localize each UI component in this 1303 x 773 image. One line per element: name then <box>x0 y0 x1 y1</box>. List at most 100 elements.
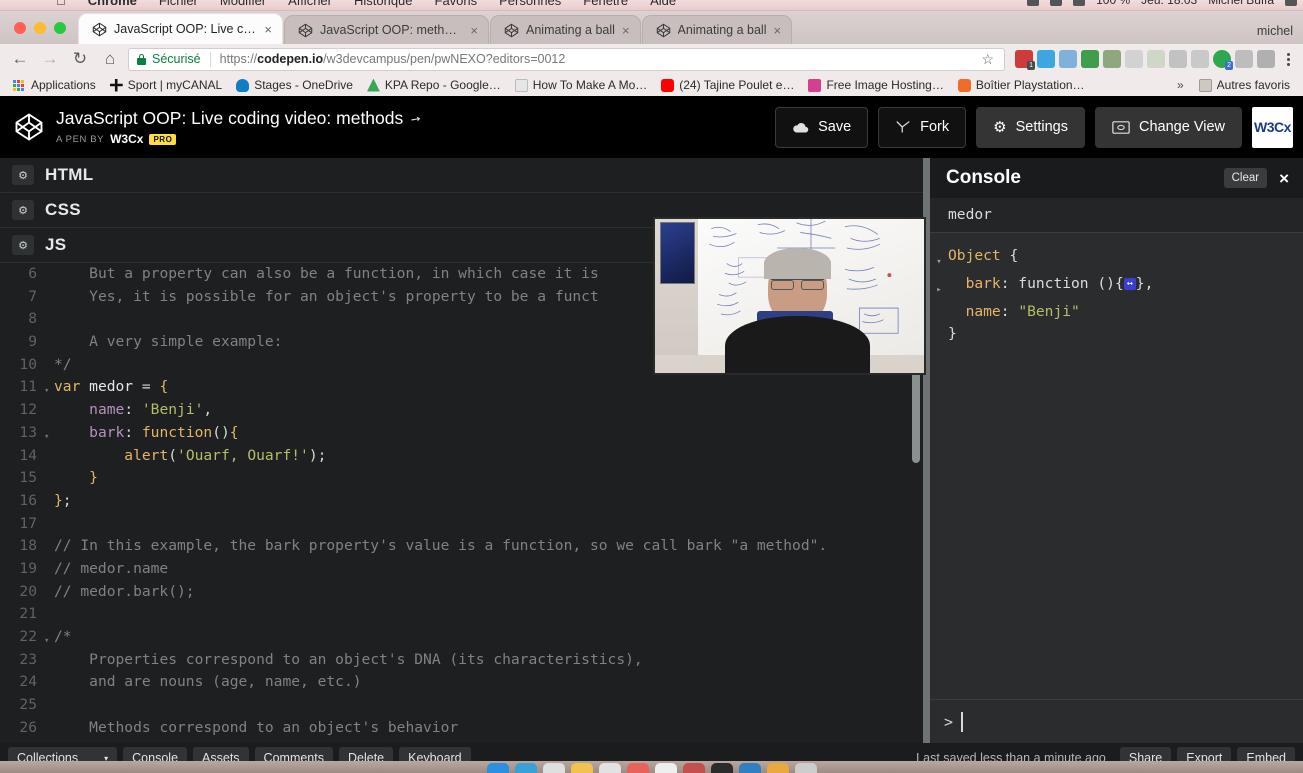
dock-icon-vscode[interactable] <box>738 763 761 773</box>
volume-status-icon[interactable] <box>1073 0 1086 6</box>
dock-icon-safari[interactable] <box>514 763 537 773</box>
code-fold-toggle-icon[interactable]: ▾ <box>44 422 54 445</box>
dock-icon-keynote[interactable] <box>766 763 789 773</box>
octotree-extension-icon[interactable] <box>1081 50 1099 68</box>
user-name[interactable]: Michel Buffa <box>1208 0 1274 7</box>
tab-close-icon-3[interactable]: × <box>774 24 782 37</box>
menu-item-historique[interactable]: Historique <box>354 0 413 8</box>
settings-button[interactable]: ⚙ Settings <box>976 106 1085 148</box>
bluetooth-status-icon[interactable] <box>1050 0 1063 6</box>
dock-icon-slack[interactable] <box>682 763 705 773</box>
dock-icon-chrome[interactable] <box>598 763 621 773</box>
pen-title[interactable]: JavaScript OOP: Live coding video: metho… <box>56 108 403 129</box>
code-fold-toggle-icon[interactable]: ▾ <box>44 626 54 649</box>
code-line[interactable]: 12 name: 'Benji', <box>0 399 930 422</box>
minimize-window-button[interactable] <box>34 22 46 34</box>
settings-extension-icon[interactable] <box>1235 50 1253 68</box>
code-line[interactable]: 26 Methods correspond to an object's beh… <box>0 717 930 740</box>
console-clear-button[interactable]: Clear <box>1223 168 1268 188</box>
chrome-profile-name[interactable]: michel <box>1257 24 1293 38</box>
bookmark-free-image-hosting[interactable]: Free Image Hosting… <box>803 77 948 93</box>
address-bar[interactable]: Sécurisé https://codepen.io/w3devcampus/… <box>128 47 1005 71</box>
dock-icon-finder[interactable] <box>486 763 509 773</box>
code-line[interactable]: 25 <box>0 694 930 717</box>
back-button[interactable]: ← <box>8 47 32 71</box>
markdown-extension-icon[interactable] <box>1169 50 1187 68</box>
binary-extension-icon[interactable] <box>1257 50 1275 68</box>
bookmark-sport-mycanal[interactable]: Sport | myCANAL <box>105 77 227 93</box>
menu-item-fichier[interactable]: Fichier <box>159 0 198 8</box>
bookmark-boitier-playstation[interactable]: Boîtier Playstation… <box>953 77 1090 93</box>
menu-item-afficher[interactable]: Afficher <box>288 0 332 8</box>
spotlight-icon[interactable] <box>1285 0 1297 6</box>
code-line[interactable]: 21 <box>0 603 930 626</box>
dock-icon-terminal[interactable] <box>710 763 733 773</box>
pane-header-html[interactable]: ⚙ HTML <box>0 158 930 193</box>
console-output[interactable]: ▾ Object {▸ bark: function (){↔}, name: "… <box>930 233 1303 699</box>
code-line[interactable]: 11 ▾ var medor = { <box>0 376 930 399</box>
forward-button[interactable]: → <box>38 47 62 71</box>
browser-tab-2[interactable]: Animating a ball × <box>490 15 641 44</box>
tab-close-icon-1[interactable]: × <box>470 24 478 37</box>
bookmark-how-to-make-a-mo[interactable]: How To Make A Mo… <box>510 77 653 93</box>
bookmarks-overflow-icon[interactable]: » <box>1171 78 1190 92</box>
code-line[interactable]: 23 Properties correspond to an object's … <box>0 649 930 672</box>
save-button[interactable]: Save <box>775 106 869 148</box>
menu-item-personnes[interactable]: Personnes <box>499 0 561 8</box>
change-view-button[interactable]: Change View <box>1095 106 1242 148</box>
dock-icon-photos[interactable] <box>654 763 677 773</box>
menu-item-chrome[interactable]: Chrome <box>88 0 137 8</box>
menu-item-fenetre[interactable]: Fenêtre <box>583 0 628 8</box>
code-line[interactable]: 19 // medor.name <box>0 558 930 581</box>
gear-icon[interactable]: ⚙ <box>12 235 34 255</box>
pen-author[interactable]: W3Cx <box>110 132 143 146</box>
code-fold-toggle-icon[interactable]: ▾ <box>44 376 54 399</box>
dropbox-status-icon[interactable] <box>1027 0 1040 6</box>
browser-tab-1[interactable]: JavaScript OOP: methods and × <box>284 15 489 44</box>
close-icon[interactable]: × <box>1275 170 1293 187</box>
clock[interactable]: Jeu. 18:03 <box>1141 0 1197 7</box>
bookmark-applications[interactable]: Applications <box>8 77 101 93</box>
collapsed-function-body-icon[interactable]: ↔ <box>1123 278 1136 290</box>
cube-extension-icon[interactable] <box>1125 50 1143 68</box>
code-line[interactable]: 17 <box>0 513 930 536</box>
avatar[interactable]: W3Cx <box>1252 106 1293 148</box>
gear-icon[interactable]: ⚙ <box>12 200 34 220</box>
grammarly-extension-icon[interactable]: 2 <box>1213 50 1233 70</box>
fork-button[interactable]: Fork <box>878 106 967 148</box>
pin-icon[interactable]: ➚ <box>408 110 424 127</box>
disclosure-triangle-icon[interactable]: ▸ <box>930 273 948 301</box>
pocket-extension-icon[interactable]: 1 <box>1015 50 1035 70</box>
chrome-menu-icon[interactable] <box>1279 52 1295 66</box>
dock-icon-music[interactable] <box>626 763 649 773</box>
dock-icon-notes[interactable] <box>570 763 593 773</box>
other-bookmarks-folder[interactable]: Autres favoris <box>1194 77 1295 93</box>
apple-icon[interactable]:  <box>56 0 66 8</box>
gear-icon[interactable]: ⚙ <box>12 165 34 185</box>
menu-item-aide[interactable]: Aide <box>650 0 676 8</box>
maximize-window-button[interactable] <box>54 22 66 34</box>
live-coding-webcam-video[interactable] <box>653 217 926 375</box>
wrench-extension-icon[interactable] <box>1147 50 1165 68</box>
code-line[interactable]: 22 ▾/* <box>0 626 930 649</box>
momentum-extension-icon[interactable] <box>1037 50 1055 68</box>
menu-item-modifier[interactable]: Modifier <box>220 0 266 8</box>
console-input-row[interactable]: > <box>930 699 1303 743</box>
code-line[interactable]: 16}; <box>0 490 930 513</box>
cast-extension-icon[interactable] <box>1191 50 1209 68</box>
bookmark-kpa-repo[interactable]: KPA Repo - Google… <box>362 77 506 93</box>
browser-tab-3[interactable]: Animating a ball × <box>641 15 793 44</box>
bookmark-star-icon[interactable]: ☆ <box>979 51 996 68</box>
browser-tab-0[interactable]: JavaScript OOP: Live coding vi × <box>78 13 283 44</box>
dock-icon-trash[interactable] <box>794 763 817 773</box>
tab-close-icon-0[interactable]: × <box>264 23 272 36</box>
bookmark-tajine-poulet[interactable]: (24) Tajine Poulet e… <box>656 77 799 93</box>
code-line[interactable]: 14 alert('Ouarf, Ouarf!'); <box>0 445 930 468</box>
home-icon[interactable]: ⌂ <box>98 47 122 71</box>
close-window-button[interactable] <box>14 22 26 34</box>
reload-icon[interactable]: ↻ <box>68 47 92 71</box>
code-line[interactable]: 13 ▾ bark: function(){ <box>0 422 930 445</box>
code-line[interactable]: 20 // medor.bark(); <box>0 581 930 604</box>
adblock-extension-icon[interactable] <box>1059 50 1077 68</box>
dock-icon-mail[interactable] <box>542 763 565 773</box>
